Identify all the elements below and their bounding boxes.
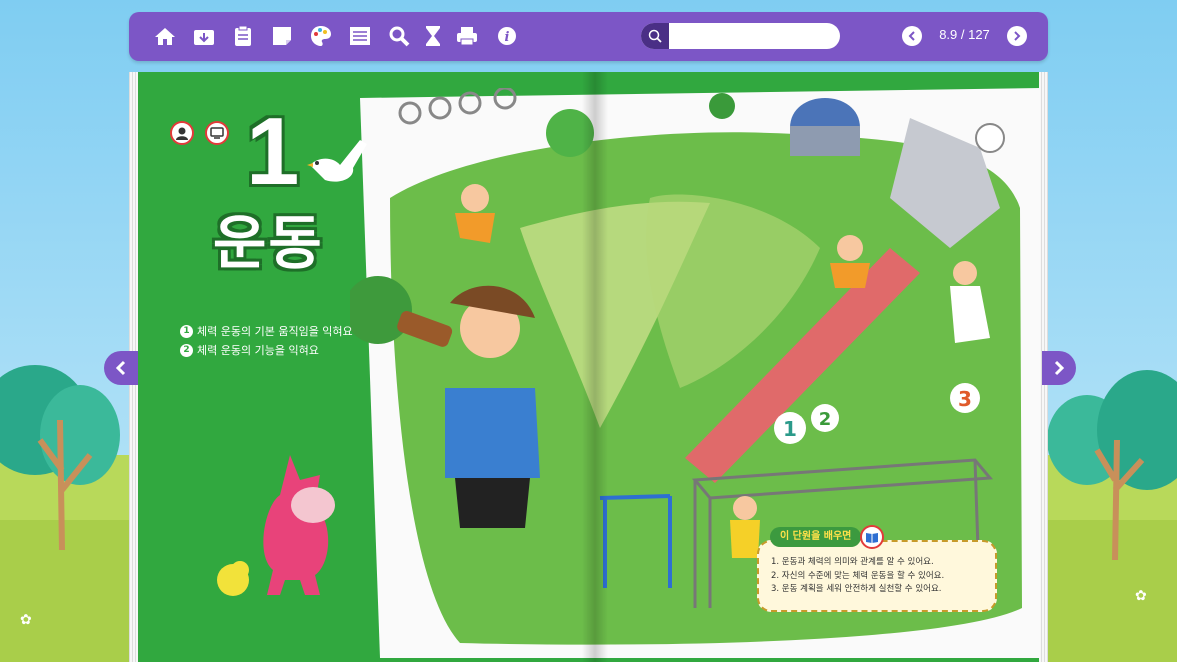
bird-icon: [307, 140, 367, 182]
prev-page-button[interactable]: [902, 26, 922, 46]
goal-text: 체력 운동의 기본 움직임을 익혀요: [197, 325, 353, 338]
viewer-toolbar: i 8.9 / 127: [129, 12, 1048, 61]
timer-icon[interactable]: [421, 24, 445, 48]
memo-icon[interactable]: [270, 24, 294, 48]
goal-number: 2: [180, 343, 193, 357]
book-icon[interactable]: [860, 525, 884, 549]
chevron-left-icon: [908, 31, 915, 41]
clipboard-icon[interactable]: [231, 24, 255, 48]
student-badge-icon[interactable]: [170, 121, 194, 145]
goal-number: 1: [180, 324, 193, 338]
learning-outcomes-box: 1. 운동과 체력의 의미와 관계를 알 수 있어요. 2. 자신의 수준에 맞…: [757, 540, 997, 612]
goal-text: 체력 운동의 기능을 익혀요: [197, 344, 319, 357]
search-box: [641, 23, 840, 49]
screen-badge-icon[interactable]: [205, 121, 229, 145]
print-icon[interactable]: [455, 24, 479, 48]
right-tree-illustration: [1047, 370, 1177, 561]
svg-text:1: 1: [783, 417, 797, 441]
search-icon[interactable]: [641, 23, 669, 49]
svg-text:2: 2: [819, 409, 832, 430]
info-icon[interactable]: i: [495, 24, 519, 48]
svg-text:i: i: [505, 30, 510, 45]
zoom-icon[interactable]: [387, 24, 411, 48]
chapter-goal: 2 체력 운동의 기능을 익혀요: [180, 342, 319, 358]
next-page-button[interactable]: [1007, 26, 1027, 46]
mascot-illustration: [217, 455, 335, 596]
svg-text:3: 3: [958, 387, 972, 411]
palette-icon[interactable]: [309, 24, 333, 48]
prev-spread-button[interactable]: [104, 351, 138, 385]
page-navigator: 8.9 / 127: [902, 24, 1027, 48]
download-icon[interactable]: [192, 24, 216, 48]
flower-icon: ✿: [1135, 588, 1147, 604]
next-spread-button[interactable]: [1042, 351, 1076, 385]
left-tree-illustration: [0, 365, 120, 551]
home-icon[interactable]: [153, 24, 177, 48]
chevron-right-icon: [1014, 31, 1021, 41]
search-input[interactable]: [673, 26, 835, 46]
chevron-left-icon: [115, 360, 126, 376]
learning-outcome: 2. 자신의 수준에 맞는 체력 운동을 할 수 있어요.: [771, 570, 945, 581]
flower-icon: ✿: [20, 612, 32, 628]
chapter-title: 운동: [213, 209, 324, 277]
contents-icon[interactable]: [348, 24, 372, 48]
page-indicator: 8.9 / 127: [939, 27, 990, 42]
chapter-number: 1: [246, 98, 300, 205]
chevron-right-icon: [1054, 360, 1065, 376]
learning-outcome: 1. 운동과 체력의 의미와 관계를 알 수 있어요.: [771, 557, 934, 567]
book-spine: [582, 72, 608, 662]
learning-outcome: 3. 운동 계획을 세워 안전하게 실천할 수 있어요.: [771, 584, 942, 594]
learning-outcomes-tag: 이 단원을 배우면: [770, 527, 862, 547]
chapter-goal: 1 체력 운동의 기본 움직임을 익혀요: [180, 323, 353, 339]
